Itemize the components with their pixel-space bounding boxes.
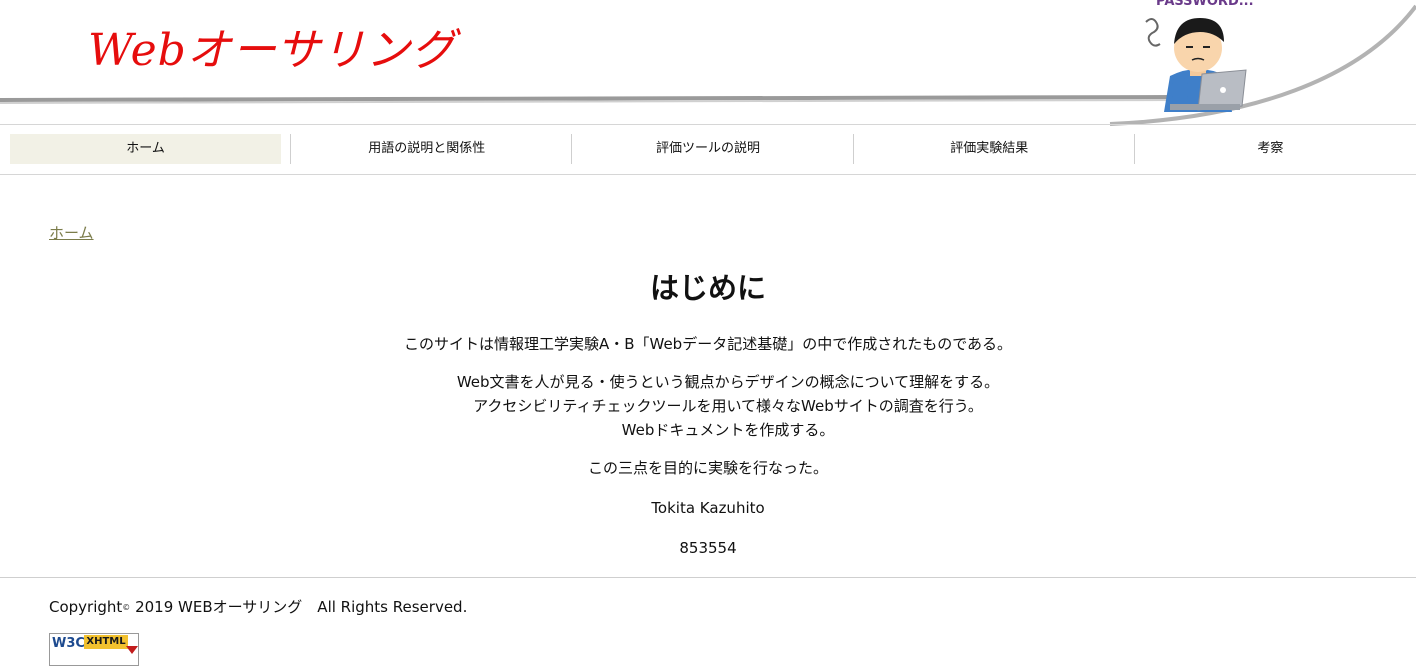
author-name: Tokita Kazuhito (651, 499, 765, 517)
w3c-xhtml-badge[interactable]: W3C XHTML (49, 633, 139, 666)
person-at-laptop-illustration (1145, 18, 1247, 112)
student-id: 853554 (679, 539, 737, 557)
nav-top-border (0, 124, 1416, 125)
copyright-text: Copyright© 2019 WEBオーサリング All Rights Res… (49, 596, 467, 617)
check-icon (126, 646, 138, 654)
footer-divider (0, 577, 1416, 578)
w3c-logo: W3C (52, 636, 85, 651)
goals-list: Web文書を人が見る・使うという観点からデザインの概念について理解をする。 アク… (0, 370, 1416, 442)
main-nav: ホーム 用語の説明と関係性 評価ツールの説明 評価実験結果 考察 (10, 134, 1416, 164)
page-title: はじめに (649, 271, 766, 305)
breadcrumb-home-link[interactable]: ホーム (49, 222, 94, 243)
intro-text: このサイトは情報理工学実験A・B「Webデータ記述基礎」の中で作成されたものであ… (403, 335, 1013, 353)
site-header: Webオーサリング PASSWORD... (0, 0, 1416, 126)
summary-text: この三点を目的に実験を行なった。 (587, 459, 828, 477)
nav-item-home[interactable]: ホーム (10, 134, 292, 164)
nav-item-label: 評価実験結果 (950, 141, 1029, 156)
nav-item-discussion[interactable]: 考察 (1135, 134, 1416, 164)
nav-item-label: 評価ツールの説明 (656, 141, 761, 156)
nav-item-label: ホーム (10, 134, 282, 164)
nav-item-label: 用語の説明と関係性 (368, 141, 486, 156)
nav-item-results[interactable]: 評価実験結果 (854, 134, 1135, 164)
xhtml-label: XHTML (84, 635, 128, 649)
nav-item-tools[interactable]: 評価ツールの説明 (572, 134, 854, 164)
nav-item-label: 考察 (1257, 141, 1284, 156)
copyright-prefix: Copyright (49, 598, 123, 616)
goal-item: Web文書を人が見る・使うという観点からデザインの概念について理解をする。 (456, 373, 1000, 391)
goal-item: Webドキュメントを作成する。 (621, 421, 835, 439)
nav-item-terms[interactable]: 用語の説明と関係性 (291, 134, 573, 164)
copyright-rest: 2019 WEBオーサリング All Rights Reserved. (130, 598, 468, 616)
main-content: はじめに このサイトは情報理工学実験A・B「Webデータ記述基礎」の中で作成され… (0, 266, 1416, 560)
goal-item: アクセシビリティチェックツールを用いて様々なWebサイトの調査を行う。 (473, 397, 983, 415)
nav-bottom-border (0, 174, 1416, 175)
